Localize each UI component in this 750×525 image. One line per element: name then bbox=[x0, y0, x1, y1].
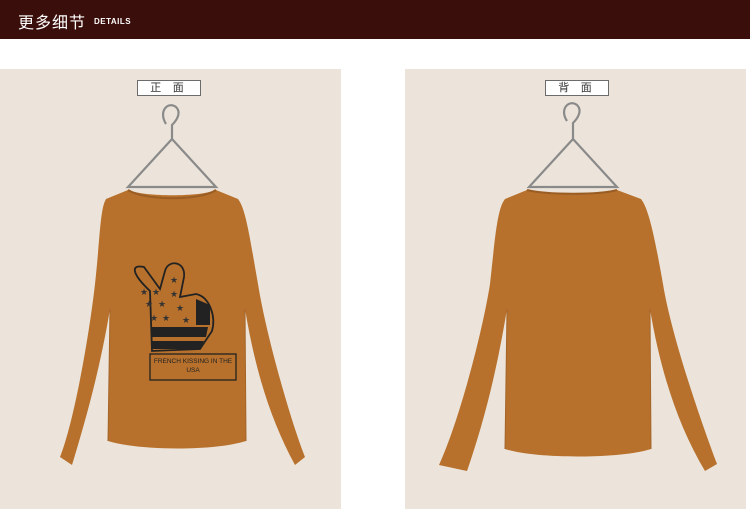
front-shirt-image: ★ ★ ★ ★ ★ ★ ★ ★ ★ ★ bbox=[60, 104, 305, 465]
back-view-panel: 背 面 bbox=[405, 69, 746, 509]
svg-text:★: ★ bbox=[162, 314, 170, 324]
svg-text:★: ★ bbox=[140, 288, 148, 298]
section-title: 更多细节 bbox=[18, 13, 87, 32]
svg-text:★: ★ bbox=[152, 288, 160, 298]
svg-text:★: ★ bbox=[170, 276, 178, 286]
section-header: 更多细节 DETAILS bbox=[0, 0, 750, 39]
svg-text:★: ★ bbox=[182, 316, 190, 326]
hanger-icon bbox=[125, 104, 219, 189]
svg-text:★: ★ bbox=[176, 304, 184, 314]
back-shirt-image bbox=[439, 102, 717, 471]
svg-text:★: ★ bbox=[158, 300, 166, 310]
print-caption: FRENCH KISSING IN THE USA bbox=[153, 358, 233, 374]
svg-text:★: ★ bbox=[145, 300, 153, 310]
hanger-icon bbox=[526, 102, 620, 189]
shirt-back bbox=[439, 190, 717, 471]
section-subtitle: DETAILS bbox=[94, 17, 132, 26]
front-label: 正 面 bbox=[137, 80, 201, 96]
svg-text:★: ★ bbox=[150, 314, 158, 324]
front-view-panel: ★ ★ ★ ★ ★ ★ ★ ★ ★ ★ 正 面 FRENCH KISSING I… bbox=[0, 69, 341, 509]
svg-text:★: ★ bbox=[170, 290, 178, 300]
back-label: 背 面 bbox=[545, 80, 609, 96]
